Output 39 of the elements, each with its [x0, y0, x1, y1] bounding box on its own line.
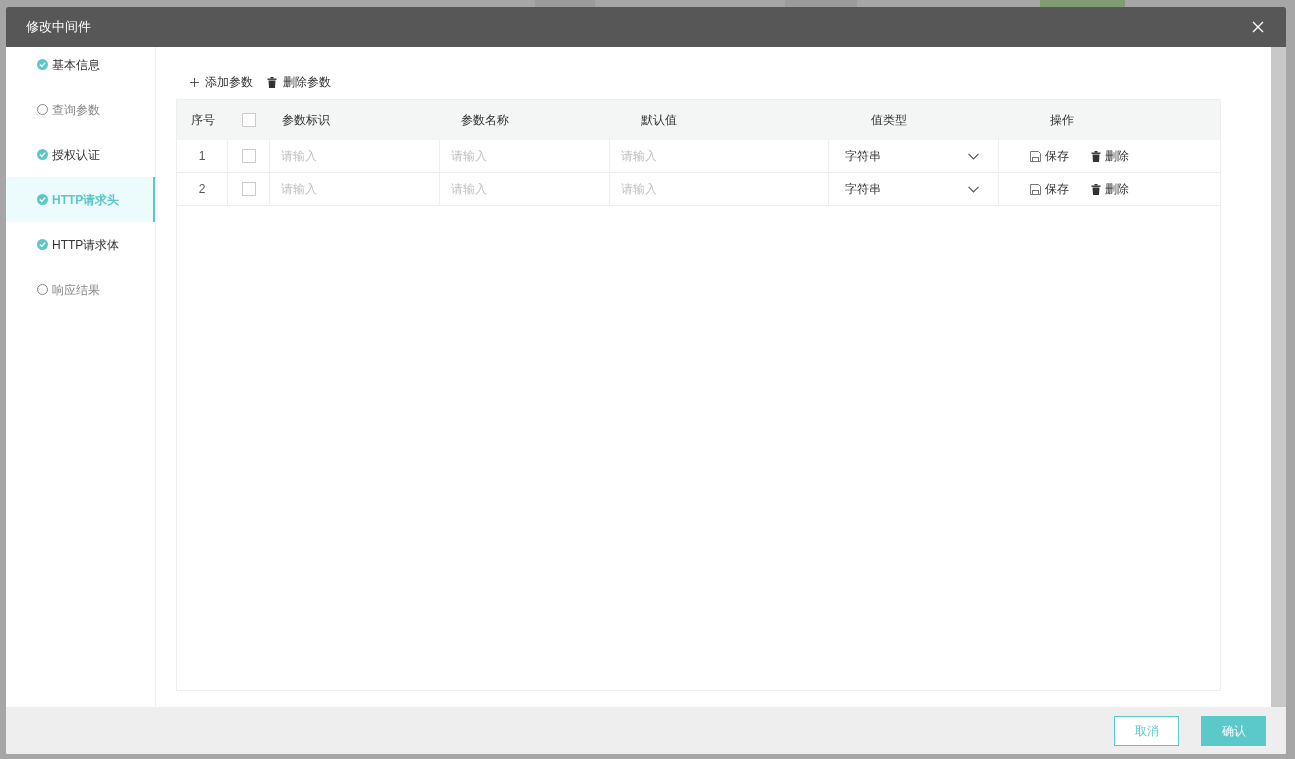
input-field[interactable]: 请输入 — [611, 140, 827, 172]
trash-icon — [1091, 150, 1101, 162]
column-header: 参数名称 — [461, 112, 509, 129]
delete-button[interactable]: 删除 — [1091, 147, 1129, 165]
input-field[interactable]: 请输入 — [611, 173, 827, 205]
input-field[interactable]: 请输入 — [441, 173, 608, 205]
delete-button[interactable]: 删除 — [1091, 180, 1129, 198]
close-icon — [1252, 21, 1264, 33]
chevron-down-icon — [968, 185, 979, 193]
value-type-dropdown[interactable]: 字符串 — [830, 140, 997, 172]
column-header: 默认值 — [641, 112, 677, 129]
input-field[interactable]: 请输入 — [271, 140, 438, 172]
value-type-dropdown[interactable]: 字符串 — [830, 173, 997, 205]
step-tab[interactable]: 基本信息 — [6, 42, 155, 87]
step-tab[interactable]: 授权认证 — [6, 132, 155, 177]
plus-icon — [190, 77, 199, 87]
step-tab[interactable]: 查询参数 — [6, 87, 155, 132]
column-header: 参数标识 — [282, 112, 330, 129]
checkbox[interactable] — [242, 113, 256, 127]
column-header: 操作 — [1050, 112, 1074, 129]
trash-icon — [1091, 183, 1101, 195]
window-title: 修改中间件 — [26, 18, 91, 37]
checkbox[interactable] — [241, 182, 256, 196]
input-field[interactable]: 请输入 — [441, 140, 608, 172]
row-number: 2 — [198, 181, 206, 198]
row-number: 1 — [198, 148, 206, 165]
checkbox[interactable] — [241, 149, 256, 163]
input-field[interactable]: 请输入 — [271, 173, 438, 205]
trash-icon — [267, 76, 277, 88]
save-button[interactable]: 保存 — [1030, 147, 1069, 165]
step-tab[interactable]: HTTP请求体 — [6, 222, 155, 267]
column-header: 序号 — [190, 112, 215, 129]
column-header: 值类型 — [871, 112, 907, 129]
chevron-down-icon — [968, 152, 979, 160]
step-tab[interactable]: 响应结果 — [6, 267, 155, 312]
save-button[interactable]: 保存 — [1030, 180, 1069, 198]
add-parameter-button[interactable]: 添加参数 — [190, 73, 253, 91]
delete-parameter-button[interactable]: 删除参数 — [267, 73, 331, 91]
close-button[interactable] — [1250, 19, 1266, 35]
